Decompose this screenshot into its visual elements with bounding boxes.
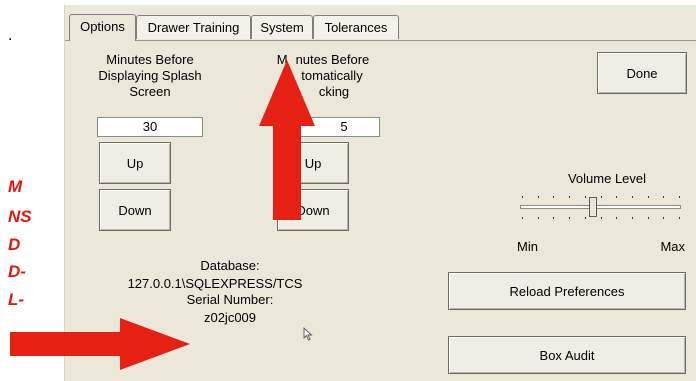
slider-tick: [632, 217, 633, 219]
box-audit-button[interactable]: Box Audit: [448, 336, 686, 374]
slider-ticks-bottom: [518, 217, 683, 219]
volume-slider[interactable]: [518, 193, 683, 225]
volume-min-label: Min: [517, 239, 538, 254]
slider-tick: [601, 217, 602, 219]
mouse-cursor-icon: [303, 327, 313, 341]
database-label: Database:: [200, 258, 260, 273]
volume-level-label: Volume Level: [567, 171, 647, 186]
slider-track: [520, 205, 681, 209]
slider-tick: [616, 196, 617, 198]
slider-thumb[interactable]: [589, 197, 597, 217]
serial-number-label: Serial Number:: [186, 292, 274, 307]
annotation-up-arrow-icon: [259, 60, 315, 220]
slider-tick: [569, 196, 570, 198]
tab-tolerances[interactable]: Tolerances: [313, 15, 399, 39]
margin-red-text-2: NS: [8, 207, 32, 226]
slider-tick: [553, 196, 554, 198]
slider-ticks-top: [518, 196, 683, 198]
slider-tick: [569, 217, 570, 219]
slider-tick: [601, 196, 602, 198]
done-button[interactable]: Done: [597, 52, 687, 94]
margin-red-text-3: D: [8, 235, 21, 254]
database-value: 127.0.0.1\SQLEXPRESS/TCS: [127, 276, 303, 291]
splash-minutes-field[interactable]: 30: [97, 117, 203, 137]
reload-preferences-button[interactable]: Reload Preferences: [448, 272, 686, 310]
slider-tick: [679, 217, 680, 219]
tab-drawer-training[interactable]: Drawer Training: [136, 15, 251, 39]
margin-red-text-4: D-: [8, 262, 26, 281]
slider-tick: [679, 196, 680, 198]
slider-tick: [648, 217, 649, 219]
slider-tick: [522, 217, 523, 219]
splash-up-button[interactable]: Up: [99, 142, 171, 184]
volume-max-label: Max: [660, 239, 685, 254]
splash-down-button[interactable]: Down: [99, 189, 171, 231]
margin-dot: .: [8, 27, 13, 44]
slider-tick: [616, 217, 617, 219]
annotation-right-arrow-icon: [10, 318, 190, 370]
slider-tick: [522, 196, 523, 198]
tab-system[interactable]: System: [251, 15, 313, 39]
slider-tick: [663, 196, 664, 198]
slider-tick: [585, 217, 586, 219]
slider-tick: [585, 196, 586, 198]
tab-options[interactable]: Options: [69, 14, 136, 41]
splash-label: Minutes Before Displaying Splash Screen: [98, 52, 202, 99]
slider-tick: [553, 217, 554, 219]
tab-panel-border: [65, 40, 696, 41]
slider-tick: [648, 196, 649, 198]
slider-tick: [538, 196, 539, 198]
slider-tick: [663, 217, 664, 219]
margin-red-text-5: L-: [8, 290, 25, 309]
margin-red-text-1: M: [8, 177, 23, 196]
slider-tick: [538, 217, 539, 219]
slider-tick: [632, 196, 633, 198]
